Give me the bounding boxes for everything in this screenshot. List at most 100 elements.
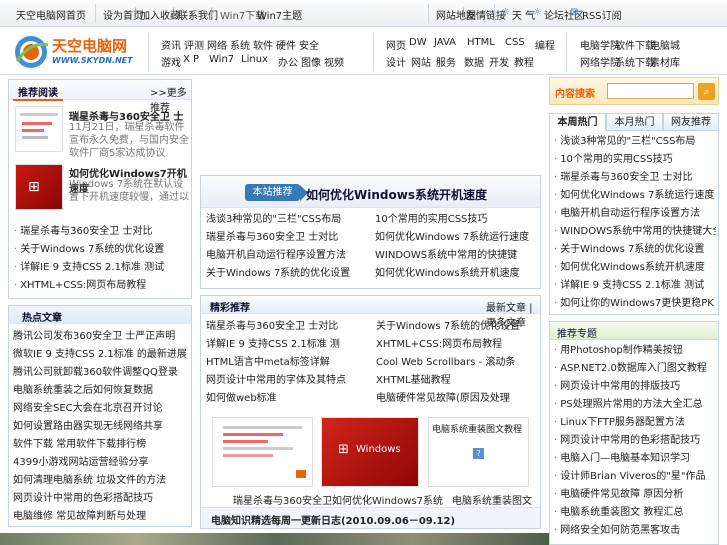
list-item[interactable]: 关于Windows 7系统的优化设置: [206, 265, 371, 283]
list-item[interactable]: 用Photoshop制作精美按钮: [554, 342, 716, 360]
list-item[interactable]: XHTML+CSS:网页布局教程: [14, 277, 188, 295]
list-item[interactable]: 腾讯公司就卸载360软件调整QQ登录: [13, 364, 189, 382]
list-item[interactable]: 如何优化Windows 7系统运行速度: [554, 187, 716, 205]
nav-item[interactable]: 教程: [514, 54, 537, 69]
list-item[interactable]: 网页设计中常用的排版技巧: [554, 378, 716, 396]
nav-item[interactable]: 系统: [230, 37, 253, 52]
list-item[interactable]: Linux下FTP服务器配置方法: [554, 414, 716, 432]
site-logo[interactable]: 天空电脑网 WWW.SKYDN.NET: [12, 33, 137, 71]
list-item[interactable]: 电脑系统重装图文 教程汇总: [554, 504, 716, 522]
list-item[interactable]: 电脑硬件常见故障 原因分析: [554, 486, 716, 504]
list-item[interactable]: 如何优化Windows系统开机速度: [375, 265, 537, 283]
nav-item[interactable]: 办公: [278, 54, 301, 69]
list-item[interactable]: 关于Windows 7系统的优化设置: [554, 241, 716, 259]
nav-item[interactable]: 图像: [301, 54, 324, 69]
list-item[interactable]: 瑞星杀毒与360安全卫 士对比: [554, 169, 716, 187]
list-item[interactable]: XHTML基础教程: [376, 372, 536, 390]
list-item[interactable]: 浅谈3种常见的"三栏"CSS布局: [206, 211, 371, 229]
list-item[interactable]: 如何优化Windows系统开机速度: [554, 259, 716, 277]
site-label[interactable]: 天空电脑网首页: [16, 7, 86, 22]
rss-link[interactable]: RSS订阅: [582, 7, 622, 22]
list-item[interactable]: 电脑硬件常见故障(原因及处理: [376, 390, 536, 408]
weekly-update-link[interactable]: 电脑知识精选每周一更新日志(2010.09.06－09.12): [211, 512, 455, 527]
list-item[interactable]: 如何优化Windows 7系统运行速度: [375, 229, 537, 247]
search-button[interactable]: ⌕: [698, 83, 715, 100]
nav-item[interactable]: 网站: [411, 54, 436, 69]
list-item[interactable]: WINDOWS系统中常用的快捷键: [375, 247, 537, 265]
list-item[interactable]: 网页设计中常用的字体及其特点: [206, 372, 371, 390]
list-item[interactable]: 腾讯公司发布360安全卫 士严正声明: [13, 328, 189, 346]
nav-item[interactable]: 评测: [184, 37, 207, 52]
nav-item[interactable]: 安全: [299, 37, 322, 52]
nav-item[interactable]: 网页: [386, 37, 409, 52]
list-item[interactable]: 如何做web标准: [206, 390, 371, 408]
list-item[interactable]: 电脑系统重装之后如何恢复数据: [13, 382, 189, 400]
list-item[interactable]: 瑞星杀毒与360安全卫 士对比: [206, 229, 371, 247]
nav-item[interactable]: 电脑城: [650, 37, 685, 52]
list-item[interactable]: 软件下载 常用软件下载排行榜: [13, 436, 189, 454]
nav-item[interactable]: 硬件: [276, 37, 299, 52]
nav-item[interactable]: JAVA: [434, 37, 467, 52]
nav-item[interactable]: X P: [183, 54, 209, 69]
list-item[interactable]: 详解IE 9 支持CSS 2.1标准 测试: [554, 277, 716, 295]
list-item[interactable]: 电脑入门—电脑基本知识学习: [554, 450, 716, 468]
thumbnail-2[interactable]: ⊞ Windows: [321, 417, 419, 487]
friend-links-link[interactable]: 友情链接: [466, 7, 506, 22]
nav-item[interactable]: 视频: [324, 54, 347, 69]
thumbnail-caption[interactable]: 如何优化Windows7系统: [332, 492, 443, 507]
nav-item[interactable]: 网络: [207, 37, 230, 52]
nav-item[interactable]: 素材库: [650, 54, 685, 69]
list-item[interactable]: 浅谈3种常见的"三栏"CSS布局: [554, 133, 716, 151]
list-item[interactable]: 电脑开机自动运行程序设置方法: [206, 247, 371, 265]
tab-user-recommend[interactable]: 网友推荐: [663, 113, 719, 131]
list-item[interactable]: 10个常用的实用CSS技巧: [554, 151, 716, 169]
nav-item[interactable]: 设计: [386, 54, 411, 69]
nav-item[interactable]: 系统下载: [615, 54, 655, 69]
nav-item[interactable]: 编程: [535, 37, 558, 52]
nav-item[interactable]: Linux: [241, 54, 278, 69]
list-item[interactable]: Cool Web Scrollbars - 滚动条: [376, 354, 536, 372]
list-item[interactable]: XHTML+CSS:网页布局教程: [376, 336, 536, 354]
list-item[interactable]: PS处理照片常用的方法大全汇总: [554, 396, 716, 414]
list-item[interactable]: 详解IE 9 支持CSS 2.1标准 测试: [14, 259, 188, 277]
nav-item[interactable]: 软件下载: [615, 37, 655, 52]
list-item[interactable]: 10个常用的实用CSS技巧: [375, 211, 537, 229]
list-item[interactable]: WINDOWS系统中常用的快捷键大全: [554, 223, 716, 241]
thumbnail-1[interactable]: [212, 417, 313, 487]
list-item[interactable]: 电脑维修 常见故障判断与处理: [13, 508, 189, 526]
list-item[interactable]: 瑞星杀毒与360安全卫 士对比: [206, 318, 371, 336]
nav-item[interactable]: 网络学院: [580, 54, 620, 69]
list-item[interactable]: 网络安全如何防范黑客攻击: [554, 522, 716, 540]
nav-item[interactable]: 游戏: [161, 54, 183, 69]
search-input[interactable]: [607, 83, 694, 99]
list-item[interactable]: 如何设置路由器实现无线网络共享: [13, 418, 189, 436]
nav-item[interactable]: 电脑学院: [580, 37, 620, 52]
nav-item[interactable]: 开发: [489, 54, 514, 69]
list-item[interactable]: 瑞星杀毒与360安全卫 士对比: [14, 223, 188, 241]
headline[interactable]: 如何优化Windows系统开机速度: [306, 186, 487, 203]
list-item[interactable]: 详解IE 9 支持CSS 2.1标准 测: [206, 336, 371, 354]
feature-thumbnail[interactable]: [15, 106, 63, 152]
list-item[interactable]: 网络安全SEC大会在北京召开讨论: [13, 400, 189, 418]
win7-theme-link[interactable]: Win7主题: [257, 7, 302, 22]
list-item[interactable]: 设计师Brian Viveros的"星"作品: [554, 468, 716, 486]
thumbnail-caption[interactable]: 瑞星杀毒与360安全卫: [233, 492, 332, 507]
list-item[interactable]: 网页设计中常用的色彩搭配技巧: [554, 432, 716, 450]
list-item[interactable]: 如何清理电脑系统 垃圾文件的方法: [13, 472, 189, 490]
list-item[interactable]: HTML语言中meta标签详解: [206, 354, 371, 372]
thumbnail-3[interactable]: 电脑系统重装图文教程 ?: [428, 417, 529, 487]
nav-item[interactable]: 软件: [253, 37, 276, 52]
tab-monthly[interactable]: 本月热门: [606, 113, 663, 131]
nav-item[interactable]: CSS: [505, 37, 535, 52]
list-item[interactable]: 如何让你的Windows7更快更稳PK: [554, 295, 716, 313]
list-item[interactable]: 4399小游戏网站运营经验分享: [13, 454, 189, 472]
list-item[interactable]: 微软IE 9 支持CSS 2.1标准 的最新进展: [13, 346, 189, 364]
nav-item[interactable]: HTML: [467, 37, 505, 52]
nav-item[interactable]: 数据: [464, 54, 489, 69]
list-item[interactable]: 关于Windows 7系统的优化设置: [376, 318, 536, 336]
nav-item[interactable]: DW: [409, 37, 434, 52]
tab-weekly[interactable]: 本周热门: [549, 113, 606, 131]
list-item[interactable]: ASP.NET2.0数据库入门图文教程: [554, 360, 716, 378]
list-item[interactable]: 电脑开机自动运行程序设置方法: [554, 205, 716, 223]
nav-item[interactable]: 服务: [436, 54, 464, 69]
